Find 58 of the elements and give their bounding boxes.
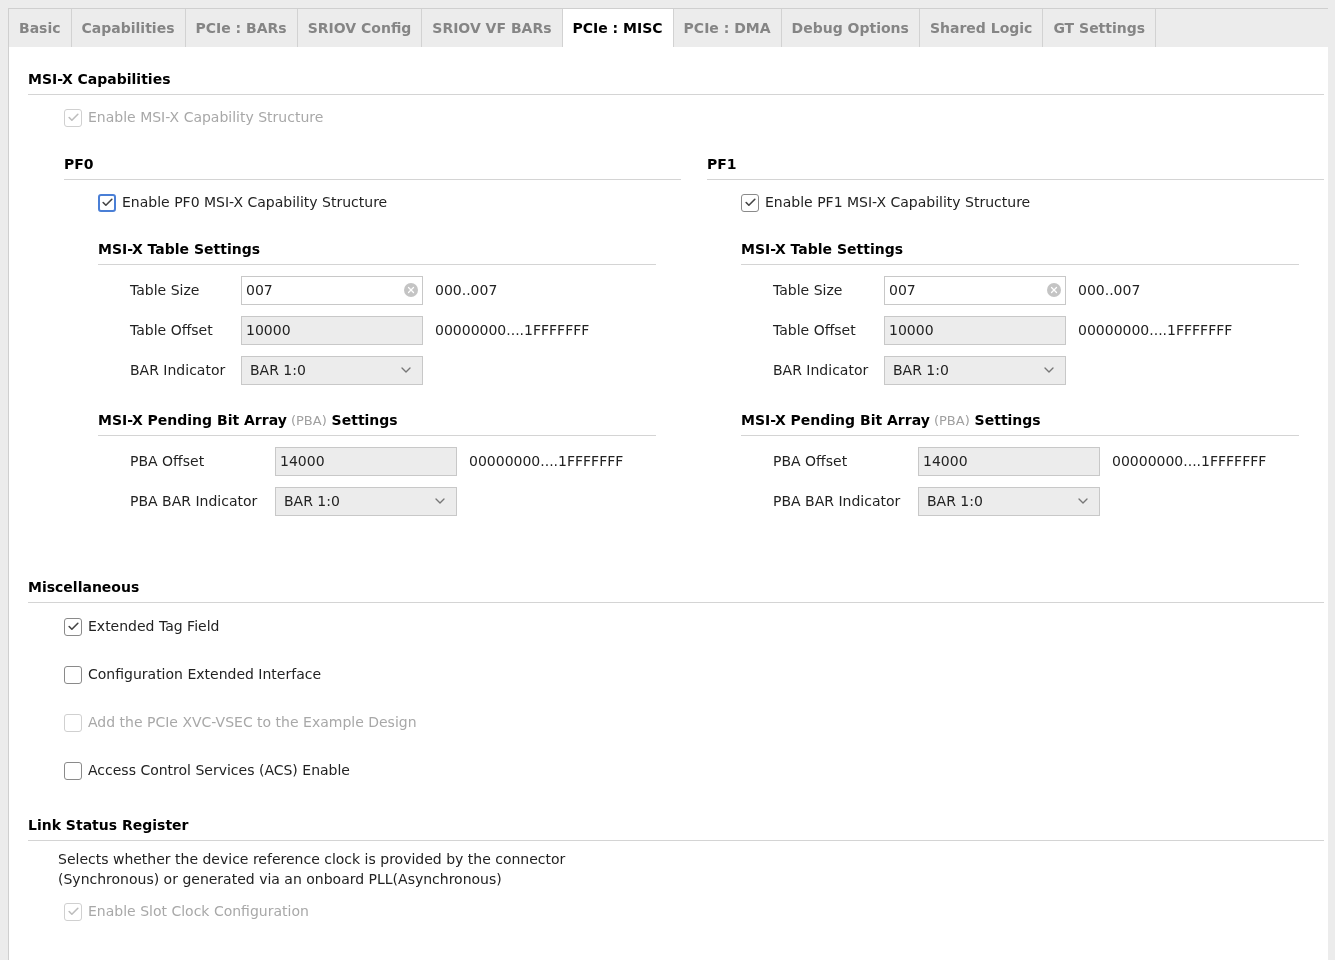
input-field[interactable]: 007 <box>884 275 1066 305</box>
check-icon <box>66 905 80 918</box>
checkbox-label: Enable MSI-X Capability Structure <box>88 108 324 127</box>
input-field[interactable]: 14000 <box>918 446 1100 476</box>
section-heading: MSI-X Capabilities <box>28 71 171 87</box>
clear-icon[interactable] <box>1047 283 1061 297</box>
checkbox-label: Enable PF0 MSI-X Capability Structure <box>122 193 388 212</box>
field-label: Table Offset <box>130 320 214 340</box>
field-label: PBA BAR Indicator <box>130 491 259 511</box>
field-label: BAR Indicator <box>773 360 870 380</box>
checkbox[interactable] <box>64 617 82 636</box>
clear-icon[interactable] <box>404 283 418 297</box>
range-hint: 00000000....1FFFFFFF <box>1078 320 1233 340</box>
field-label: Table Size <box>130 280 201 300</box>
checkbox-label: Enable PF1 MSI-X Capability Structure <box>765 193 1031 212</box>
range-hint: 00000000....1FFFFFFF <box>1112 451 1267 471</box>
input-field[interactable]: 10000 <box>241 315 423 345</box>
section-heading: Miscellaneous <box>28 579 140 595</box>
input-field[interactable]: 10000 <box>884 315 1066 345</box>
range-hint: 00000000....1FFFFFFF <box>435 320 590 340</box>
checkbox[interactable] <box>98 193 116 212</box>
checkbox-label: Extended Tag Field <box>88 617 220 636</box>
check-icon <box>100 196 114 209</box>
check-icon <box>743 196 757 209</box>
description-text: Selects whether the device reference clock is provided by the connector <box>58 850 567 869</box>
checkbox-label: Enable Slot Clock Configuration <box>88 902 309 921</box>
field-label: BAR Indicator <box>130 360 227 380</box>
section-heading: MSI-X Pending Bit Array (PBA) Settings <box>98 412 398 428</box>
checkbox[interactable] <box>64 761 82 780</box>
range-hint: 00000000....1FFFFFFF <box>469 451 624 471</box>
section-heading: MSI-X Table Settings <box>741 241 904 257</box>
checkbox-label: Add the PCIe XVC-VSEC to the Example Design <box>88 713 417 732</box>
checkbox[interactable] <box>741 193 759 212</box>
section-heading: PF1 <box>707 156 737 172</box>
dropdown[interactable]: BAR 1:0 <box>884 355 1066 385</box>
field-label: Table Size <box>773 280 844 300</box>
checkbox-label: Access Control Services (ACS) Enable <box>88 761 350 780</box>
dropdown[interactable]: BAR 1:0 <box>241 355 423 385</box>
tab[interactable]: PCIe : MISC <box>562 9 674 47</box>
section-heading: MSI-X Table Settings <box>98 241 261 257</box>
checkbox-label: Configuration Extended Interface <box>88 665 322 684</box>
range-hint: 000..007 <box>435 280 498 300</box>
section-heading: PF0 <box>64 156 94 172</box>
input-field[interactable]: 007 <box>241 275 423 305</box>
check-icon <box>66 111 80 124</box>
range-hint: 000..007 <box>1078 280 1141 300</box>
input-field[interactable]: 14000 <box>275 446 457 476</box>
field-label: PBA Offset <box>773 451 849 471</box>
dropdown[interactable]: BAR 1:0 <box>275 486 457 516</box>
check-icon <box>66 620 80 633</box>
checkbox[interactable] <box>64 665 82 684</box>
field-label: PBA BAR Indicator <box>773 491 902 511</box>
field-label: PBA Offset <box>130 451 206 471</box>
section-heading: MSI-X Pending Bit Array (PBA) Settings <box>741 412 1041 428</box>
section-heading: Link Status Register <box>28 817 189 833</box>
description-text: (Synchronous) or generated via an onboard PLL(Asynchronous) <box>58 870 503 889</box>
dropdown[interactable]: BAR 1:0 <box>918 486 1100 516</box>
field-label: Table Offset <box>773 320 857 340</box>
